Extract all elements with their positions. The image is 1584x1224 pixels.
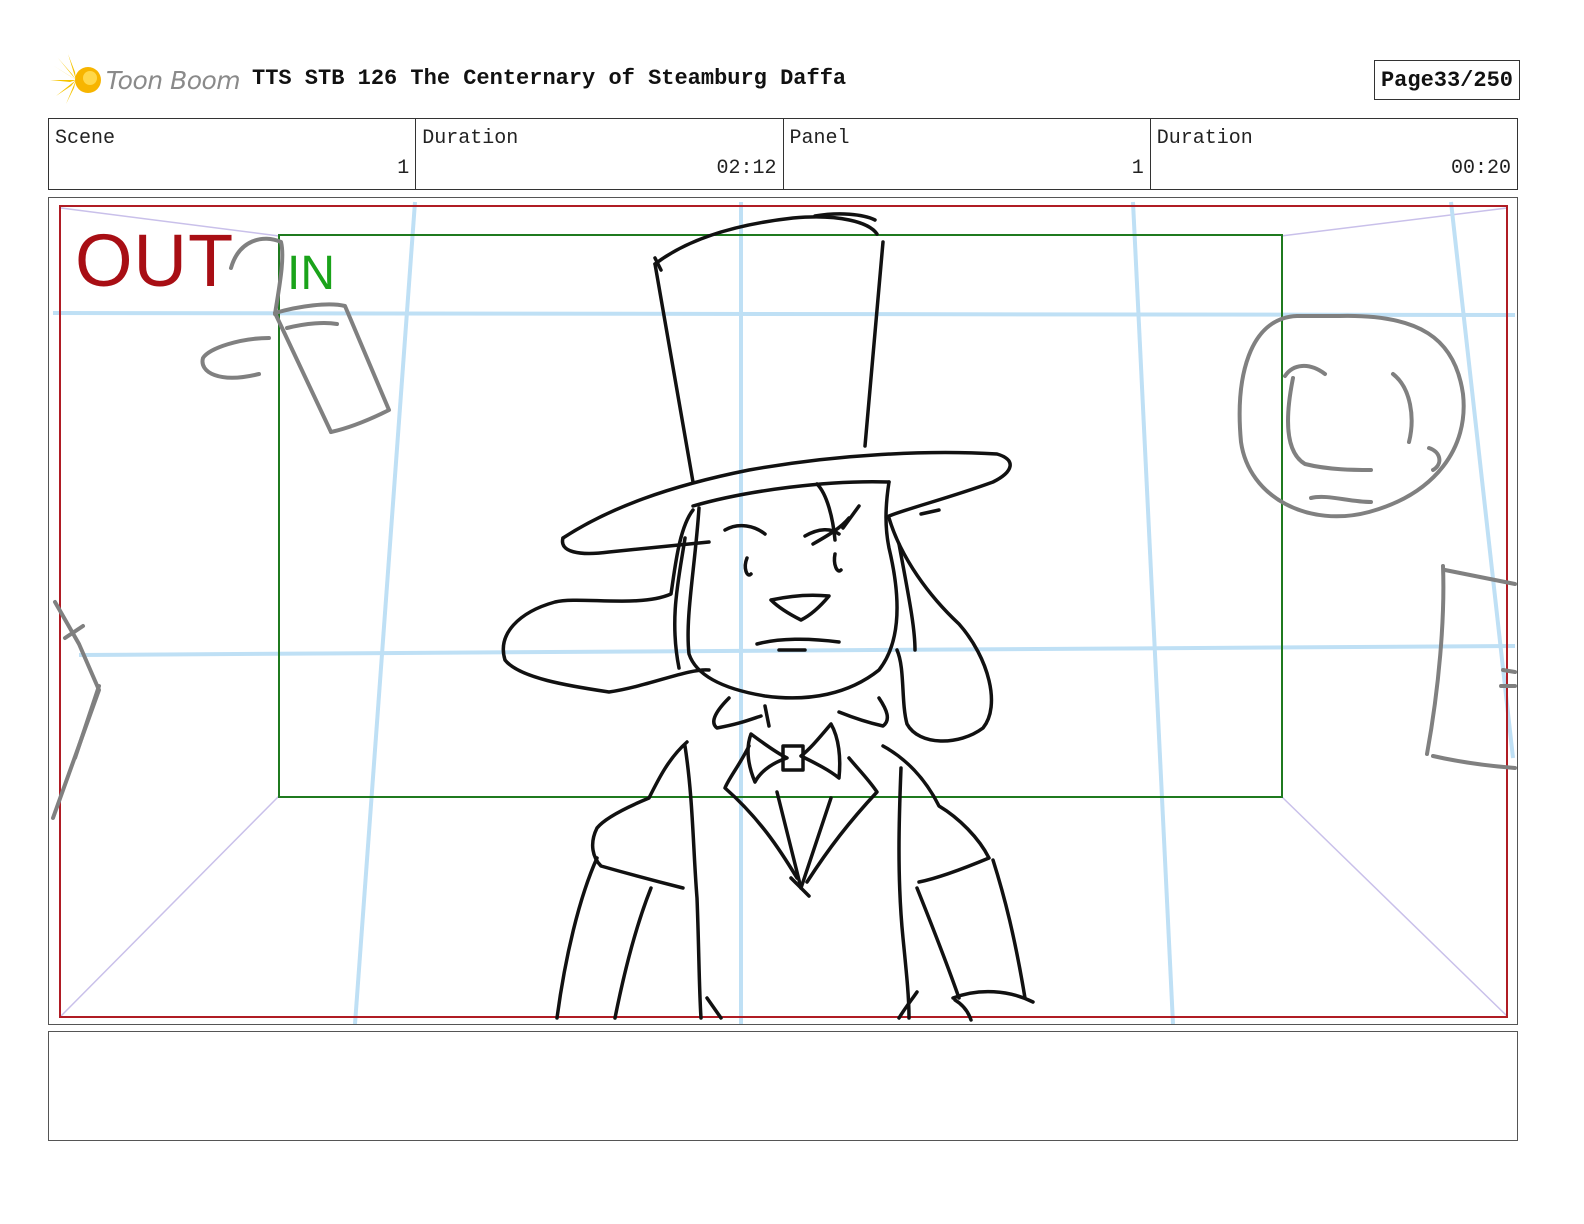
scene-duration-value: 02:12 <box>716 157 777 180</box>
in-frame-label: IN <box>287 247 335 300</box>
toon-boom-starburst-icon <box>50 54 101 104</box>
blue-grid <box>52 201 1516 1024</box>
logo-text: Toon Boom <box>106 65 241 95</box>
page-label: Page <box>1380 67 1434 93</box>
storyboard-header: Toon Boom TTS STB 126 The Centernary of … <box>48 52 1520 108</box>
storyboard-panel-image: OUT IN <box>48 197 1518 1025</box>
scene-value: 1 <box>397 157 410 180</box>
panel-notes-box[interactable] <box>48 1031 1518 1141</box>
panel-value: 1 <box>1131 157 1144 180</box>
out-frame-label: OUT <box>75 219 235 302</box>
panel-info-table: Scene 1 Duration 02:12 Panel 1 Duration … <box>48 118 1518 190</box>
character-sketch <box>501 212 1035 1022</box>
page-number: 33/250 <box>1433 67 1513 93</box>
scene-duration-cell: Duration 02:12 <box>416 119 784 189</box>
panel-duration-value: 00:20 <box>1450 157 1511 180</box>
scene-label: Scene <box>55 127 116 150</box>
document-title: TTS STB 126 The Centernary of Steamburg … <box>252 66 847 91</box>
background-props <box>51 236 1517 820</box>
panel-label: Panel <box>789 127 850 150</box>
scene-cell: Scene 1 <box>49 119 417 189</box>
panel-drawing <box>51 201 1517 1024</box>
in-frame <box>278 234 1283 798</box>
scene-duration-label: Duration <box>422 127 519 150</box>
panel-duration-cell: Duration 00:20 <box>1151 119 1517 189</box>
page-indicator: Page 33/250 <box>1373 60 1520 100</box>
panel-duration-label: Duration <box>1156 127 1253 150</box>
panel-cell: Panel 1 <box>784 119 1151 189</box>
toon-boom-logo: Toon Boom <box>48 52 241 108</box>
